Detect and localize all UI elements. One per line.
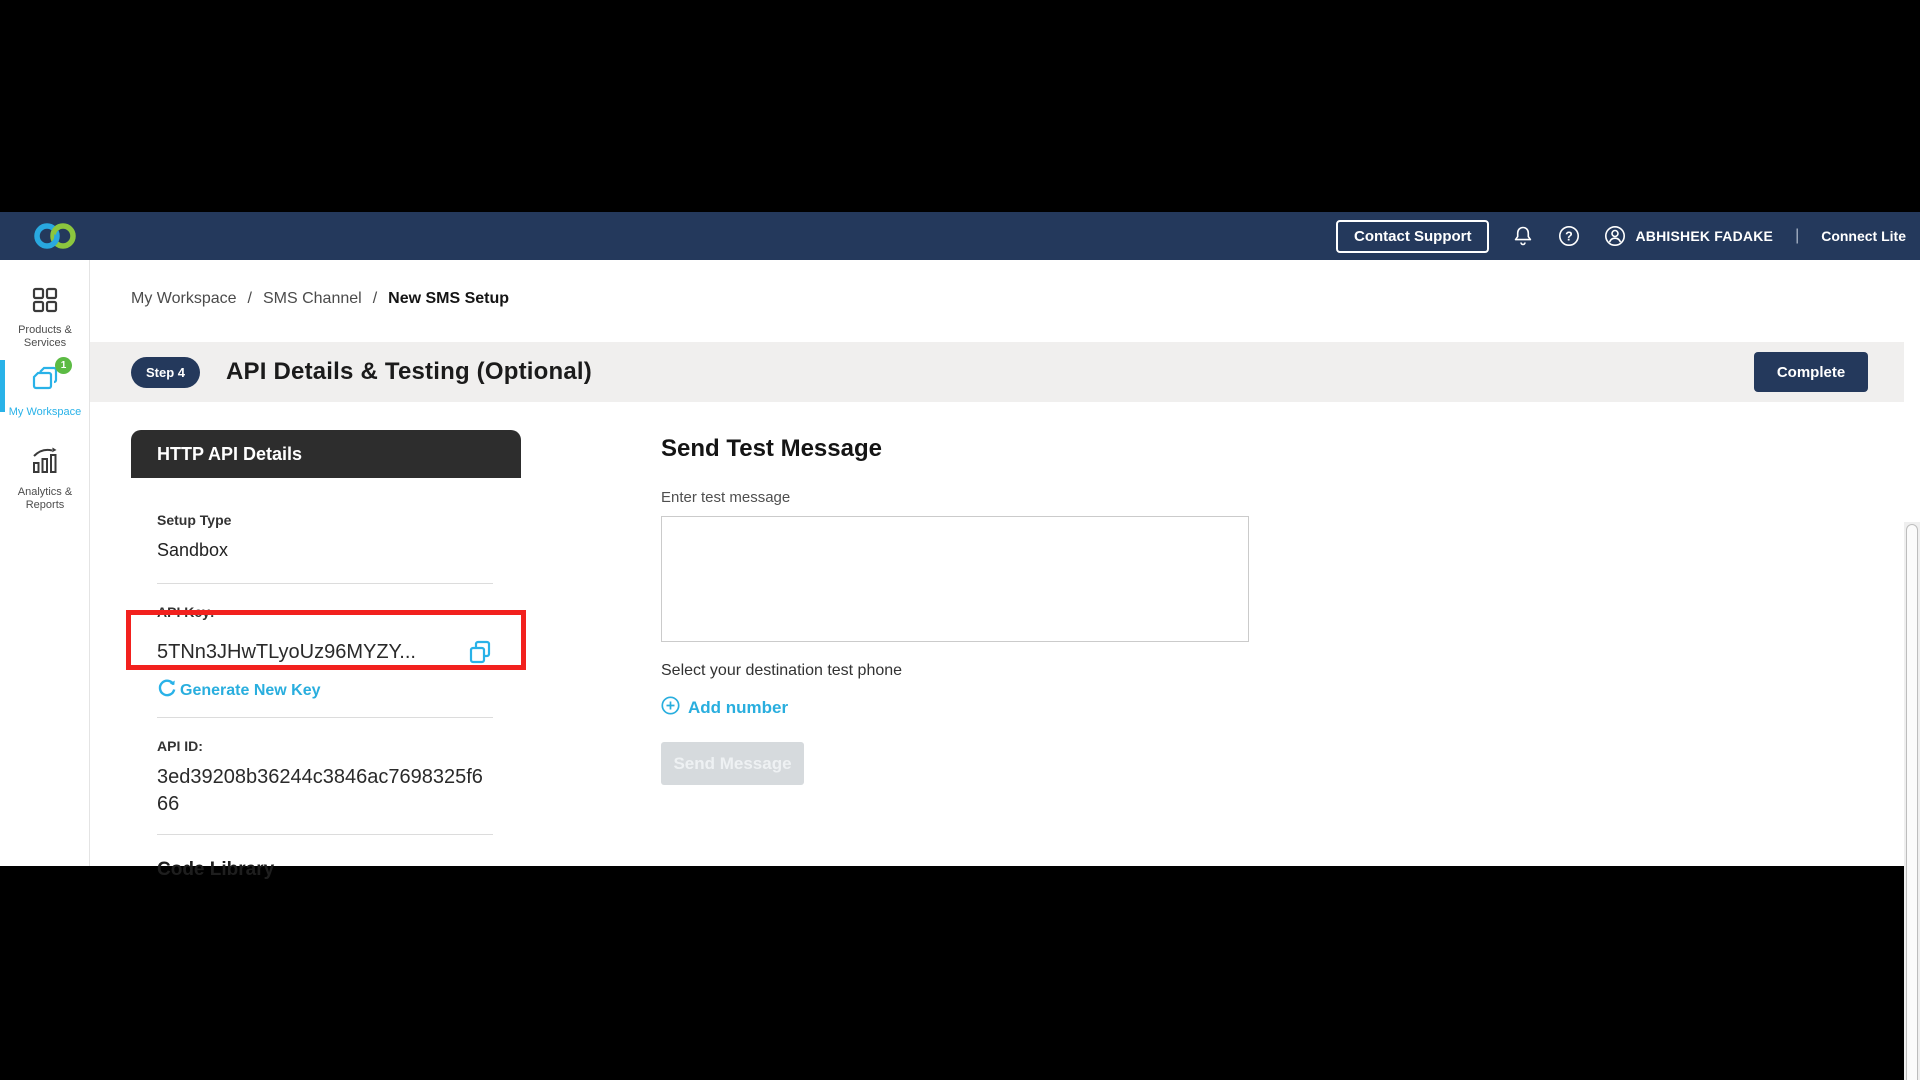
send-message-button[interactable]: Send Message xyxy=(661,742,804,785)
section-title: Send Test Message xyxy=(661,435,1261,463)
sidebar-item-label: Products & Services xyxy=(0,324,90,350)
code-library-heading: Code Library xyxy=(157,859,493,881)
workspace-notification-badge: 1 xyxy=(55,357,72,374)
setup-type-value: Sandbox xyxy=(157,540,493,561)
destination-phone-label: Select your destination test phone xyxy=(661,662,1261,680)
generate-new-key-link[interactable]: Generate New Key xyxy=(157,678,493,703)
user-menu[interactable]: ABHISHEK FADAKE xyxy=(1603,224,1773,248)
sidebar: Products & Services 1 My Workspace xyxy=(0,260,90,866)
generate-new-key-label: Generate New Key xyxy=(180,682,321,700)
step-header-band: Step 4 API Details & Testing (Optional) … xyxy=(90,342,1904,402)
api-id-label: API ID: xyxy=(157,738,493,754)
sidebar-item-label: My Workspace xyxy=(0,406,90,419)
breadcrumb-current-page: New SMS Setup xyxy=(388,290,509,308)
api-card-header: HTTP API Details xyxy=(131,430,521,478)
page-title: API Details & Testing (Optional) xyxy=(226,358,592,386)
plus-circle-icon xyxy=(661,696,680,720)
complete-button[interactable]: Complete xyxy=(1754,352,1868,392)
test-message-label: Enter test message xyxy=(661,489,1261,506)
contact-support-button[interactable]: Contact Support xyxy=(1336,220,1490,253)
sidebar-item-analytics-reports[interactable]: Analytics & Reports xyxy=(0,446,90,512)
add-number-link[interactable]: Add number xyxy=(661,696,1261,720)
workspace-folders-icon: 1 xyxy=(28,364,62,401)
bar-chart-icon xyxy=(30,446,60,481)
api-key-value: 5TNn3JHwTLyoUz96MYZY... xyxy=(157,641,416,664)
setup-type-label: Setup Type xyxy=(157,512,493,528)
svg-text:?: ? xyxy=(1566,229,1574,243)
topbar-divider: | xyxy=(1795,227,1799,245)
test-message-textarea[interactable] xyxy=(661,516,1249,642)
notification-bell-icon[interactable] xyxy=(1511,224,1535,248)
breadcrumb-sms-channel[interactable]: SMS Channel xyxy=(263,290,362,308)
brand-logo-icon[interactable] xyxy=(30,221,84,251)
breadcrumb-separator: / xyxy=(373,290,377,308)
api-card-title: HTTP API Details xyxy=(157,444,302,465)
copy-api-key-button[interactable] xyxy=(467,639,493,665)
divider xyxy=(157,834,493,835)
user-name: ABHISHEK FADAKE xyxy=(1635,228,1773,244)
breadcrumb-my-workspace[interactable]: My Workspace xyxy=(131,290,237,308)
grid-icon xyxy=(31,286,59,319)
divider xyxy=(157,717,493,718)
http-api-details-card: HTTP API Details Setup Type Sandbox API … xyxy=(131,430,521,881)
copy-icon xyxy=(467,653,493,668)
sidebar-item-my-workspace[interactable]: 1 My Workspace xyxy=(0,364,90,419)
sidebar-item-label: Analytics & Reports xyxy=(0,486,90,512)
top-navbar: Contact Support ? ABHISHEK FADAKE xyxy=(0,212,1920,260)
divider xyxy=(157,583,493,584)
sidebar-item-products-services[interactable]: Products & Services xyxy=(0,286,90,350)
breadcrumb-separator: / xyxy=(248,290,252,308)
api-key-label: API Key: xyxy=(157,604,493,620)
plan-label: Connect Lite xyxy=(1821,228,1906,244)
send-test-message-section: Send Test Message Enter test message Sel… xyxy=(661,435,1261,785)
step-badge: Step 4 xyxy=(131,357,200,388)
help-icon[interactable]: ? xyxy=(1557,224,1581,248)
scrollbar-thumb[interactable] xyxy=(1906,524,1918,1080)
scrollbar-track[interactable] xyxy=(1904,522,1920,1080)
refresh-icon xyxy=(157,678,177,703)
breadcrumb: My Workspace / SMS Channel / New SMS Set… xyxy=(131,290,509,308)
main-content-area: Products & Services 1 My Workspace xyxy=(0,260,1920,866)
api-id-value: 3ed39208b36244c3846ac7698325f666 xyxy=(157,764,493,818)
user-avatar-icon xyxy=(1603,224,1627,248)
add-number-label: Add number xyxy=(688,698,788,718)
